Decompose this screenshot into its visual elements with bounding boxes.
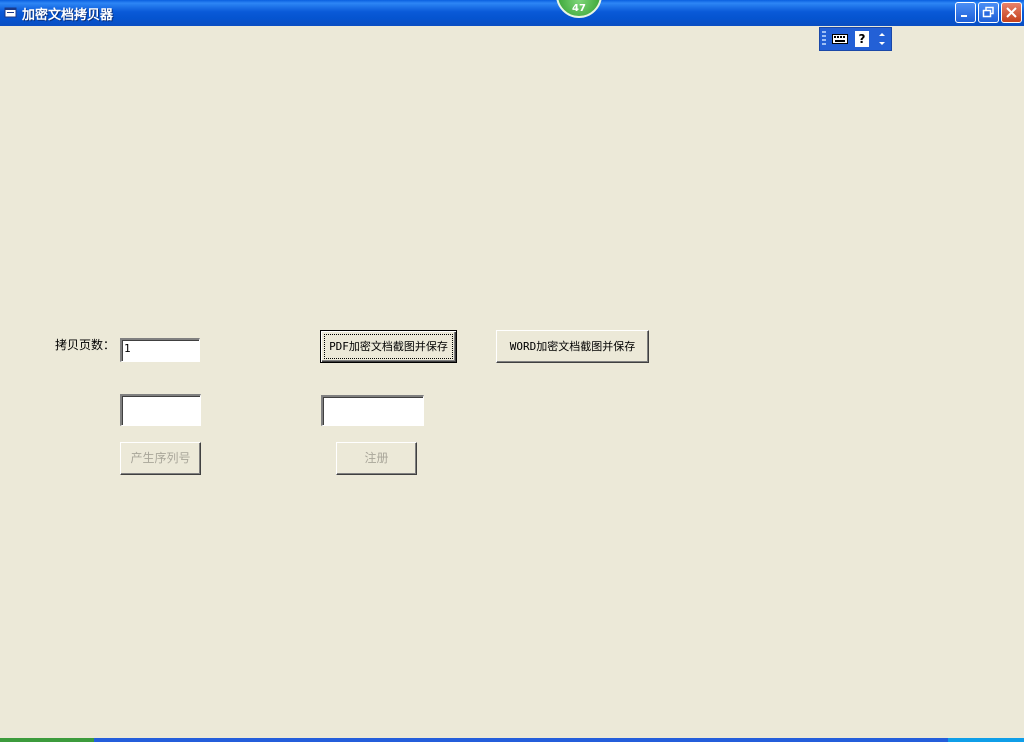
counter-badge: 47 [556, 0, 602, 18]
close-icon [1006, 7, 1017, 18]
word-button-caption: WORD加密文档截图并保存 [509, 340, 636, 353]
ime-toolbar[interactable]: ? [819, 27, 892, 51]
register-caption: 注册 [364, 451, 389, 465]
restore-icon [982, 6, 994, 18]
keyboard-icon[interactable] [832, 34, 848, 44]
word-screenshot-save-button[interactable]: WORD加密文档截图并保存 [496, 330, 649, 363]
register-button[interactable]: 注册 [336, 442, 417, 475]
generate-serial-caption: 产生序列号 [130, 451, 191, 465]
serial-number-input[interactable] [120, 394, 201, 426]
copy-pages-label: 拷贝页数： [55, 338, 116, 352]
close-button[interactable] [1001, 2, 1022, 23]
window-title: 加密文档拷贝器 [22, 8, 114, 23]
minimize-button[interactable] [955, 2, 976, 23]
arrows-icon[interactable] [878, 31, 886, 47]
title-bar[interactable]: 加密文档拷贝器 47 [0, 0, 1024, 26]
minimize-icon [961, 15, 967, 17]
generate-serial-button[interactable]: 产生序列号 [120, 442, 201, 475]
pdf-button-caption: PDF加密文档截图并保存 [329, 340, 448, 353]
toolbar-grip[interactable] [822, 31, 826, 47]
pdf-screenshot-save-button[interactable]: PDF加密文档截图并保存 [320, 330, 457, 363]
app-icon [4, 7, 17, 18]
help-icon[interactable]: ? [855, 31, 869, 47]
copy-pages-input[interactable]: 1 [120, 338, 200, 362]
taskbar-edge [0, 738, 1024, 742]
restore-button[interactable] [978, 2, 999, 23]
register-code-input[interactable] [321, 395, 424, 426]
